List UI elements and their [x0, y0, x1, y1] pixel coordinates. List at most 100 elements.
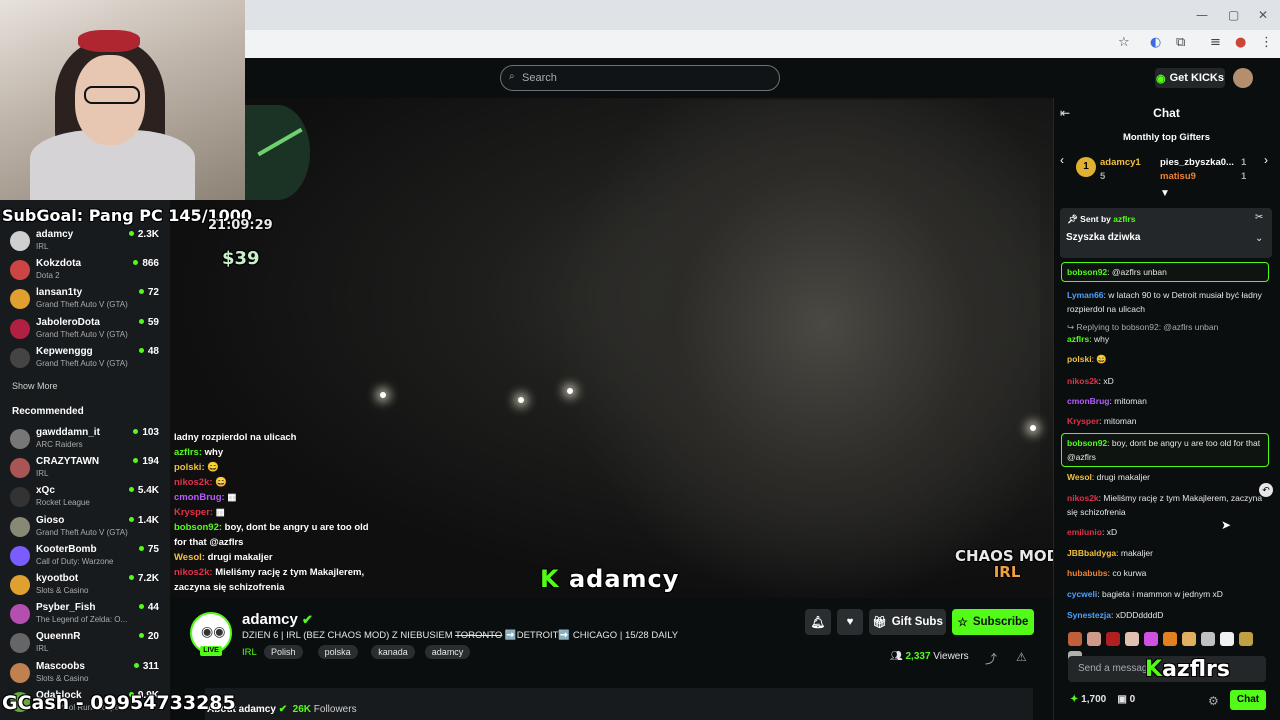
channel-viewers-value: 311: [142, 660, 159, 672]
channel-row[interactable]: Gioso Grand Theft Auto V (GTA) 1.4K: [10, 515, 165, 543]
notification-bell-button[interactable]: 🔔︎: [805, 609, 831, 635]
report-icon[interactable]: ⚠: [1016, 650, 1027, 664]
emote-icon[interactable]: [1087, 632, 1101, 646]
channel-points[interactable]: ✦ 1,700 ▣ 0: [1070, 694, 1135, 705]
followers-label: Followers: [313, 704, 357, 715]
follow-button[interactable]: ♥: [837, 609, 863, 635]
chat-username[interactable]: emilunio: [1067, 527, 1102, 537]
chat-message[interactable]: bobson92: boy, dont be angry u are too o…: [1067, 436, 1267, 464]
expand-gifters-icon[interactable]: ▼: [1160, 188, 1170, 199]
chat-message[interactable]: bobson92: @azflrs unban: [1067, 265, 1267, 279]
emote-icon[interactable]: [1163, 632, 1177, 646]
gifter-name[interactable]: pies_zbyszka0...: [1160, 157, 1234, 168]
emote-icon[interactable]: [1068, 632, 1082, 646]
puzzle-icon[interactable]: ⧉: [1176, 35, 1185, 50]
channel-row[interactable]: Kokzdota Dota 2 866: [10, 258, 165, 286]
channel-row[interactable]: kyootbot Slots & Casino 7.2K: [10, 573, 165, 601]
streamer-avatar-icon: ◉◉: [201, 623, 226, 639]
chat-username[interactable]: Krysper: [1067, 416, 1099, 426]
chat-message[interactable]: cmonBrug: mitoman: [1067, 394, 1267, 408]
chat-username[interactable]: Synestezja: [1067, 610, 1111, 620]
channel-row[interactable]: Kepwenggg Grand Theft Auto V (GTA) 48: [10, 346, 165, 374]
live-dot-icon: [133, 458, 139, 464]
menu-icon[interactable]: ⋮: [1260, 35, 1273, 50]
channel-viewers: 59: [138, 317, 159, 328]
emote-icon[interactable]: [1144, 632, 1158, 646]
channel-row[interactable]: KooterBomb Call of Duty: Warzone 75: [10, 544, 165, 572]
live-dot-icon: [133, 260, 139, 266]
channel-row[interactable]: adamcy IRL 2.3K: [10, 229, 165, 257]
minimize-button[interactable]: —: [1196, 8, 1208, 22]
azflrs-watermark-text: azflrs: [1162, 657, 1230, 682]
chat-username[interactable]: bobson92: [1067, 267, 1107, 277]
settings-gear-icon[interactable]: ⚙: [1208, 694, 1219, 708]
overlay-chat-text: zaczyna się schizofrenia: [174, 582, 285, 593]
stream-tag[interactable]: polska: [317, 645, 358, 659]
chat-username[interactable]: JBBbaldyga: [1067, 548, 1116, 558]
close-button[interactable]: ✕: [1258, 8, 1268, 22]
get-kicks-button[interactable]: ◉ Get KICKs: [1155, 68, 1225, 88]
chat-message[interactable]: Lyman66: w latach 90 to w Detroit musiał…: [1067, 288, 1267, 316]
gift-subs-button[interactable]: 🎁︎ Gift Subs: [869, 609, 946, 635]
chevron-down-icon[interactable]: ⌄: [1255, 233, 1263, 244]
chat-message[interactable]: hubabubs: co kurwa: [1067, 566, 1267, 580]
gifter-name[interactable]: adamcy1: [1100, 157, 1141, 168]
chat-message[interactable]: Krysper: mitoman: [1067, 414, 1267, 428]
channel-row[interactable]: lansan1ty Grand Theft Auto V (GTA) 72: [10, 287, 165, 315]
emote-icon[interactable]: [1220, 632, 1234, 646]
unpin-icon[interactable]: ✂: [1255, 212, 1263, 223]
chat-message[interactable]: cycweli: bagieta i mammon w jednym xD: [1067, 587, 1267, 601]
bookmark-star-icon[interactable]: ☆: [1118, 35, 1130, 50]
address-bar[interactable]: [245, 31, 1105, 53]
chat-message[interactable]: JBBbaldyga: makaljer: [1067, 546, 1267, 560]
maximize-button[interactable]: ▢: [1228, 8, 1239, 22]
stream-tag[interactable]: kanada: [371, 645, 415, 659]
chat-username[interactable]: hubabubs: [1067, 568, 1108, 578]
channel-row[interactable]: CRAZYTAWN IRL 194: [10, 456, 165, 484]
user-avatar[interactable]: [1233, 68, 1253, 88]
channel-row[interactable]: JaboleroDota Grand Theft Auto V (GTA) 59: [10, 317, 165, 345]
next-gifter-icon[interactable]: ›: [1264, 153, 1268, 167]
emote-icon[interactable]: [1182, 632, 1196, 646]
chat-username[interactable]: polski: [1067, 354, 1092, 364]
show-more-link[interactable]: Show More: [12, 381, 58, 391]
media-icon[interactable]: ≡: [1210, 35, 1221, 50]
emote-icon[interactable]: [1106, 632, 1120, 646]
chat-username[interactable]: cycweli: [1067, 589, 1097, 599]
channel-row[interactable]: Psyber_Fish The Legend of Zelda: O... 44: [10, 602, 165, 630]
chat-message[interactable]: Synestezja: xDDDddddD: [1067, 608, 1267, 622]
share-icon[interactable]: ⤴: [985, 650, 997, 667]
chat-message[interactable]: polski: 😄: [1067, 352, 1267, 366]
chat-message[interactable]: nikos2k: Mieliśmy rację z tym Makajlerem…: [1067, 491, 1267, 519]
chat-message[interactable]: emilunio: xD: [1067, 525, 1267, 539]
chat-message[interactable]: nikos2k: xD: [1067, 374, 1267, 388]
chat-username[interactable]: nikos2k: [1067, 493, 1099, 503]
chat-message[interactable]: azflrs: why: [1067, 332, 1267, 346]
pinned-sender: 📌︎ Sent by azflrs: [1067, 214, 1135, 225]
emote-icon[interactable]: [1239, 632, 1253, 646]
chat-username[interactable]: nikos2k: [1067, 376, 1099, 386]
subscribe-button[interactable]: ☆ Subscribe: [952, 609, 1034, 635]
send-chat-button[interactable]: Chat: [1230, 690, 1266, 710]
stream-category[interactable]: IRL: [242, 647, 257, 658]
streamer-name[interactable]: adamcy ✔: [242, 611, 313, 628]
channel-row[interactable]: gawddamn_it ARC Raiders 103: [10, 427, 165, 455]
stream-tag[interactable]: adamcy: [424, 645, 471, 659]
channel-row[interactable]: xQc Rocket League 5.4K: [10, 485, 165, 513]
gifter-name[interactable]: matisu9: [1160, 171, 1196, 182]
profile-icon[interactable]: ●: [1235, 35, 1246, 50]
extension-icon[interactable]: ◐: [1150, 35, 1161, 50]
channel-row[interactable]: QueennR IRL 20: [10, 631, 165, 659]
chat-message[interactable]: Wesol: drugi makaljer: [1067, 470, 1267, 484]
chat-username[interactable]: bobson92: [1067, 438, 1107, 448]
emote-icon[interactable]: [1125, 632, 1139, 646]
chat-username[interactable]: Wesol: [1067, 472, 1092, 482]
chat-username[interactable]: cmonBrug: [1067, 396, 1110, 406]
stream-tag[interactable]: Polish: [264, 645, 303, 659]
reply-icon[interactable]: ↶: [1259, 483, 1273, 497]
chat-username[interactable]: Lyman66: [1067, 290, 1104, 300]
channel-row[interactable]: Mascoobs Slots & Casino 311: [10, 661, 165, 689]
emote-icon[interactable]: [1201, 632, 1215, 646]
prev-gifter-icon[interactable]: ‹: [1060, 153, 1064, 167]
chat-username[interactable]: azflrs: [1067, 334, 1089, 344]
